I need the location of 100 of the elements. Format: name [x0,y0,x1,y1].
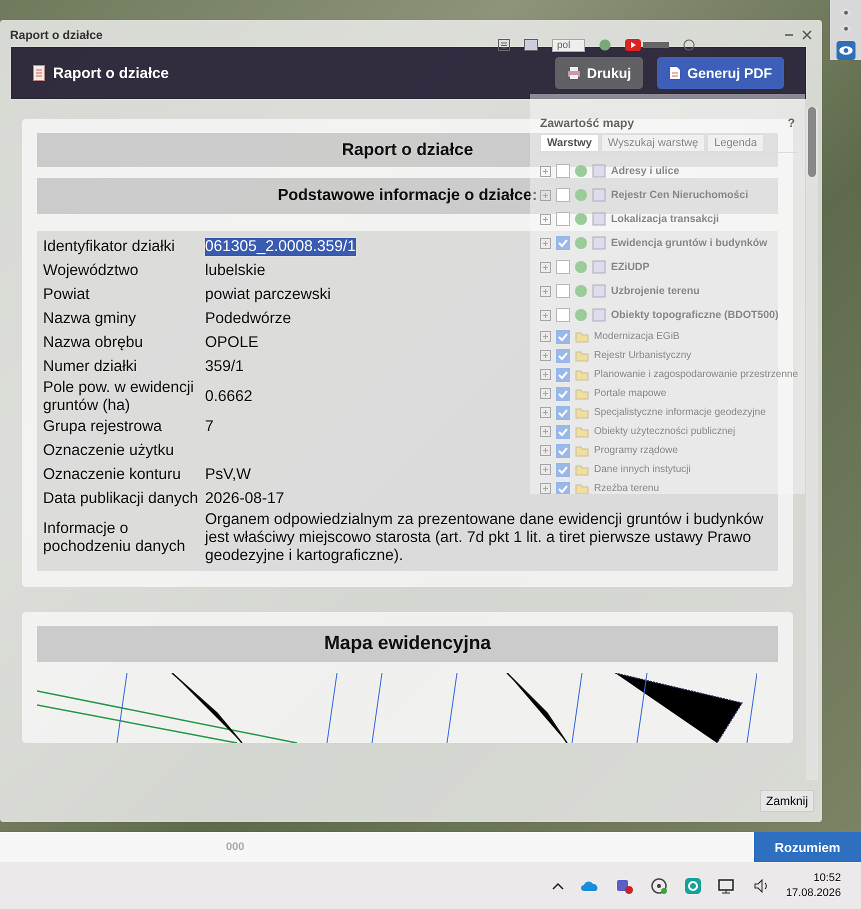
video-logo-icon[interactable] [625,39,670,51]
layer-checkbox[interactable] [556,444,570,458]
field-value: powiat parczewski [205,286,331,304]
printer-icon [566,66,581,80]
layer-checkbox[interactable] [556,260,570,274]
field-value: Organem odpowiedzialnym za prezentowane dane ewidencji gruntów i budynków jest właściwy miejscowo starosta (art. 7d pkt 1 lit. a tiret pierwsze ustawy Prawo geodezyjne i kartograficzne). [205,511,764,565]
layer-checkbox[interactable] [556,482,570,494]
panel-tab[interactable]: Warstwy [540,134,599,152]
layer-name[interactable]: Obiekty topograficzne (BDOT500) [611,309,778,321]
field-value: 7 [205,418,214,436]
list-icon[interactable] [498,39,510,51]
expand-icon[interactable] [540,350,551,361]
layer-checkbox[interactable] [556,462,570,476]
expand-icon[interactable] [540,286,551,296]
layer-checkbox[interactable] [556,424,570,438]
layer-checkbox[interactable] [556,188,570,202]
antivirus-icon[interactable] [684,876,702,894]
expand-icon[interactable] [540,166,551,176]
status-dot-icon [575,213,587,225]
layer-checkbox[interactable] [556,348,570,362]
layer-name[interactable]: Modernizacja EGiB [594,331,680,342]
layer-name[interactable]: Dane innych instytucji [594,464,691,475]
clock-date[interactable]: 17.08.2026 [786,887,841,899]
vertical-scrollbar[interactable] [806,107,818,780]
chevron-up-icon[interactable] [552,882,564,890]
field-label: Oznaczenie użytku [43,442,175,460]
clock-time[interactable]: 10:52 [813,872,841,884]
layer-name[interactable]: Obiekty użyteczności publicznej [594,426,736,437]
layer-checkbox[interactable] [556,368,570,382]
layer-checkbox[interactable] [556,284,570,298]
expand-icon[interactable] [540,190,551,200]
expand-icon[interactable] [540,445,551,456]
wms-icon [592,308,606,322]
status-dot-icon [575,237,587,249]
layer-checkbox[interactable] [556,164,570,178]
folder-icon [575,426,589,438]
panel-title: Zawartość mapy [540,116,634,130]
layer-checkbox[interactable] [556,236,570,250]
expand-icon[interactable] [540,262,551,272]
field-value: lubelskie [205,262,266,280]
expand-icon[interactable] [540,331,551,342]
field-label: Nazwa gminy [43,310,138,328]
status-dot-icon [575,165,587,177]
print-button[interactable]: Drukuj [554,57,644,89]
layer-name[interactable]: Programy rządowe [594,445,678,456]
layer-name[interactable]: EZiUDP [611,261,650,273]
layer-name[interactable]: Portale mapowe [594,388,666,399]
generate-pdf-button[interactable]: Generuj PDF [657,57,784,89]
close-icon[interactable] [802,30,812,40]
folder-icon [575,482,589,494]
expand-icon[interactable] [540,310,551,320]
field-value: 359/1 [205,358,244,376]
layer-name[interactable]: Rejestr Cen Nieruchomości [611,189,748,201]
dialog-title: Raport o działce [10,28,103,42]
layer-name[interactable]: Rejestr Urbanistyczny [594,350,692,361]
field-value: OPOLE [205,334,258,352]
expand-icon[interactable] [540,388,551,399]
layer-name[interactable]: Rzeźba terenu [594,483,660,494]
expand-icon[interactable] [540,369,551,380]
layer-name[interactable]: Lokalizacja transakcji [611,213,719,225]
signal-icon[interactable] [650,876,668,894]
expand-icon[interactable] [540,407,551,418]
close-button[interactable]: Zamknij [760,790,814,812]
field-label: Data publikacji danych [43,490,200,508]
expand-icon[interactable] [540,464,551,475]
layer-name[interactable]: Uzbrojenie terenu [611,285,700,297]
field-value: PsV,W [205,466,251,484]
accept-button[interactable]: Rozumiem [754,832,861,862]
layer-checkbox[interactable] [556,308,570,322]
folder-icon [575,444,589,456]
folder-icon [575,406,589,418]
layer-name[interactable]: Ewidencja gruntów i budynków [611,237,768,249]
layer-name[interactable]: Adresy i ulice [611,165,680,177]
scale-text: 000 [226,841,244,853]
help-link[interactable]: ? [788,116,795,130]
wms-icon [592,284,606,298]
layer-name[interactable]: Planowanie i zagospodarowanie przestrzenne [594,369,798,380]
language-select[interactable]: pol [552,38,586,52]
folder-icon [575,388,589,400]
expand-icon[interactable] [540,426,551,437]
layer-checkbox[interactable] [556,212,570,226]
layer-checkbox[interactable] [556,330,570,344]
eye-icon[interactable] [836,41,856,60]
layer-checkbox[interactable] [556,386,570,400]
cloud-icon[interactable] [580,880,600,892]
expand-icon[interactable] [540,214,551,224]
speaker-icon[interactable] [754,878,770,892]
field-label: Identyfikator działki [43,238,176,256]
expand-icon[interactable] [540,483,551,494]
field-label: Pole pow. w ewidencji gruntów (ha) [43,379,195,415]
wms-icon[interactable] [524,39,538,51]
expand-icon[interactable] [540,238,551,248]
layer-name[interactable]: Specjalistyczne informacje geodezyjne [594,407,766,418]
field-label: Nazwa obrębu [43,334,144,352]
folder-icon [575,350,589,362]
field-label: Grupa rejestrowa [43,418,163,436]
wms-icon [592,212,606,226]
field-label: Numer działki [43,358,138,376]
layer-checkbox[interactable] [556,406,570,420]
folder-icon [575,368,589,380]
